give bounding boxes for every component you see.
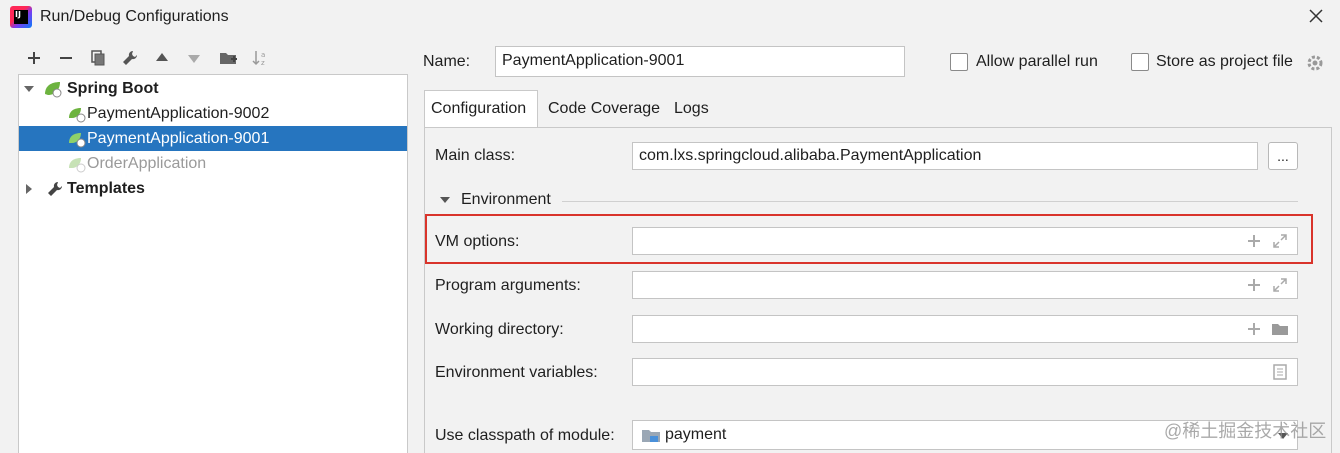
classpath-module-value: payment [665,426,727,443]
working-dir-input[interactable] [632,315,1298,343]
tree-item-order-application[interactable]: OrderApplication [19,151,407,176]
add-icon[interactable] [20,44,48,72]
collapse-arrow-icon[interactable] [23,183,35,195]
insert-macro-icon[interactable] [1245,232,1263,250]
config-toolbar: az [18,44,408,72]
tree-item-payment-9002[interactable]: PaymentApplication-9002 [19,101,407,126]
module-folder-icon [642,430,660,442]
name-input[interactable]: PaymentApplication-9001 [495,46,905,77]
spring-boot-icon [45,81,62,97]
tree-group-spring-boot[interactable]: Spring Boot [19,76,407,101]
tree-item-label: OrderApplication [87,154,207,172]
tree-group-label: Templates [67,179,145,197]
tree-item-label: PaymentApplication-9002 [87,104,270,122]
copy-icon[interactable] [84,44,112,72]
vm-options-input[interactable] [632,227,1298,255]
gear-icon[interactable] [1306,54,1324,72]
tab-configuration[interactable]: Configuration [424,90,538,128]
expand-editor-icon[interactable] [1271,276,1289,294]
expand-editor-icon[interactable] [1271,232,1289,250]
tab-code-coverage[interactable]: Code Coverage [542,90,666,128]
classpath-label: Use classpath of module: [435,427,615,444]
expand-arrow-icon[interactable] [439,194,451,206]
close-icon[interactable] [1306,6,1326,26]
allow-parallel-label: Allow parallel run [976,53,1098,70]
allow-parallel-checkbox[interactable] [950,53,968,71]
env-vars-input[interactable] [632,358,1298,386]
move-up-icon[interactable] [148,44,176,72]
watermark: @稀土掘金技术社区 [1164,421,1327,441]
main-class-input[interactable]: com.lxs.springcloud.alibaba.PaymentAppli… [632,142,1258,170]
wrench-icon [48,181,63,196]
tree-group-label: Spring Boot [67,79,159,97]
move-down-icon[interactable] [180,44,208,72]
section-divider [562,201,1298,202]
folder-add-icon[interactable] [214,44,242,72]
spring-boot-app-icon [69,132,86,147]
store-project-file-checkbox[interactable] [1131,53,1149,71]
configuration-panel: Main class: com.lxs.springcloud.alibaba.… [424,127,1332,453]
window-title: Run/Debug Configurations [40,8,229,25]
svg-text:z: z [261,59,265,67]
wrench-icon[interactable] [116,44,144,72]
sort-icon[interactable]: az [246,44,274,72]
folder-icon[interactable] [1271,320,1289,338]
intellij-logo-icon: IJ [10,6,32,28]
working-dir-label: Working directory: [435,321,564,338]
env-vars-label: Environment variables: [435,364,598,381]
name-label: Name: [423,53,471,70]
expand-arrow-icon[interactable] [23,83,35,95]
svg-text:a: a [261,51,265,59]
program-args-label: Program arguments: [435,277,581,294]
configuration-tree: Spring Boot PaymentApplication-9002 Paym… [18,74,408,453]
tree-item-payment-9001[interactable]: PaymentApplication-9001 [19,126,407,151]
remove-icon[interactable] [52,44,80,72]
browse-main-class-button[interactable]: ... [1268,142,1298,170]
spring-boot-app-icon [69,107,86,122]
tree-item-label: PaymentApplication-9001 [87,129,270,147]
insert-macro-icon[interactable] [1245,276,1263,294]
configuration-editor: Name: PaymentApplication-9001 Allow para… [408,36,1340,453]
tree-group-templates[interactable]: Templates [19,176,407,201]
program-args-input[interactable] [632,271,1298,299]
main-class-label: Main class: [435,147,516,164]
store-project-file-label: Store as project file [1156,53,1293,70]
spring-boot-app-disabled-icon [69,157,86,172]
vm-options-label: VM options: [435,233,520,250]
tab-logs[interactable]: Logs [668,90,715,128]
environment-section-label: Environment [461,191,551,208]
insert-macro-icon[interactable] [1245,320,1263,338]
title-bar: IJ Run/Debug Configurations [0,0,1340,36]
config-tabs: Configuration Code Coverage Logs [424,90,1332,128]
edit-env-vars-icon[interactable] [1271,363,1289,381]
